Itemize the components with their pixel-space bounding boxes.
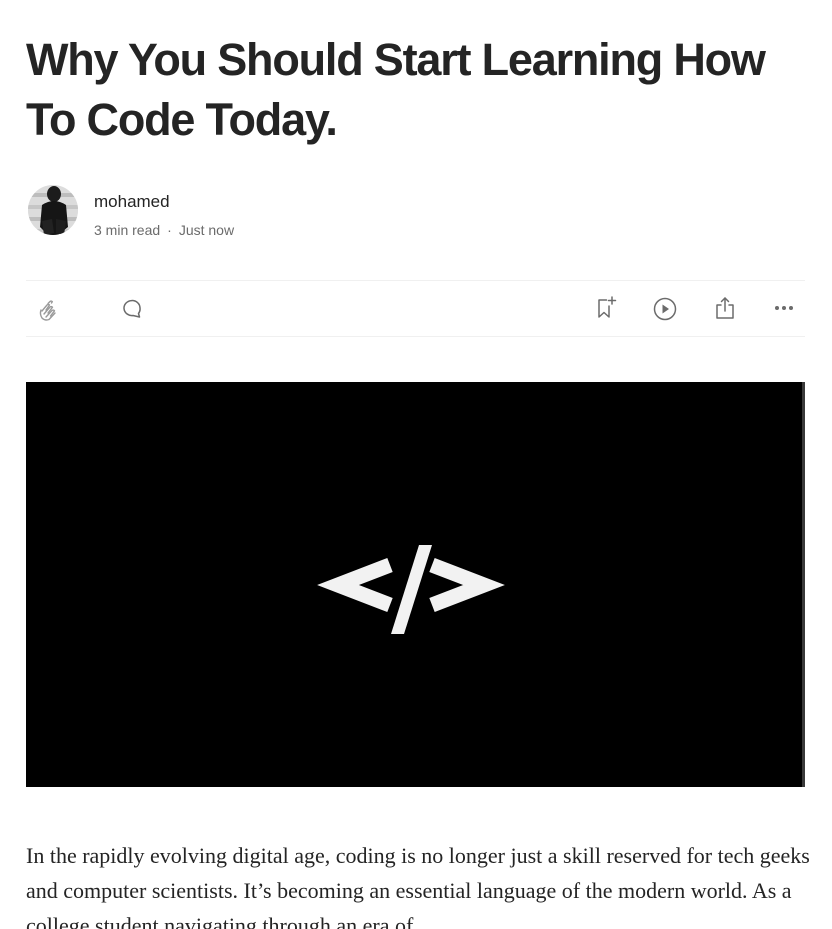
bookmark-add-icon[interactable] (593, 295, 619, 321)
article-title: Why You Should Start Learning How To Cod… (26, 34, 766, 145)
article-action-bar (26, 280, 805, 337)
publish-time: Just now (178, 222, 235, 238)
meta-separator: · (167, 222, 172, 238)
read-time: 3 min read (94, 222, 161, 238)
share-icon[interactable] (712, 295, 738, 321)
comment-icon[interactable] (121, 297, 145, 321)
article-page: Why You Should Start Learning How To Cod… (0, 0, 832, 929)
author-name[interactable]: mohamed (94, 191, 170, 213)
author-avatar[interactable] (28, 185, 78, 235)
play-icon[interactable] (652, 296, 678, 322)
article-body-paragraph: In the rapidly evolving digital age, cod… (26, 843, 810, 929)
avatar-image (28, 185, 78, 235)
clap-icon[interactable] (36, 297, 62, 323)
hero-image (26, 382, 805, 787)
code-brackets-symbol (317, 545, 505, 634)
article-meta: 3 min read · Just now (94, 221, 234, 239)
more-icon[interactable] (772, 296, 796, 320)
